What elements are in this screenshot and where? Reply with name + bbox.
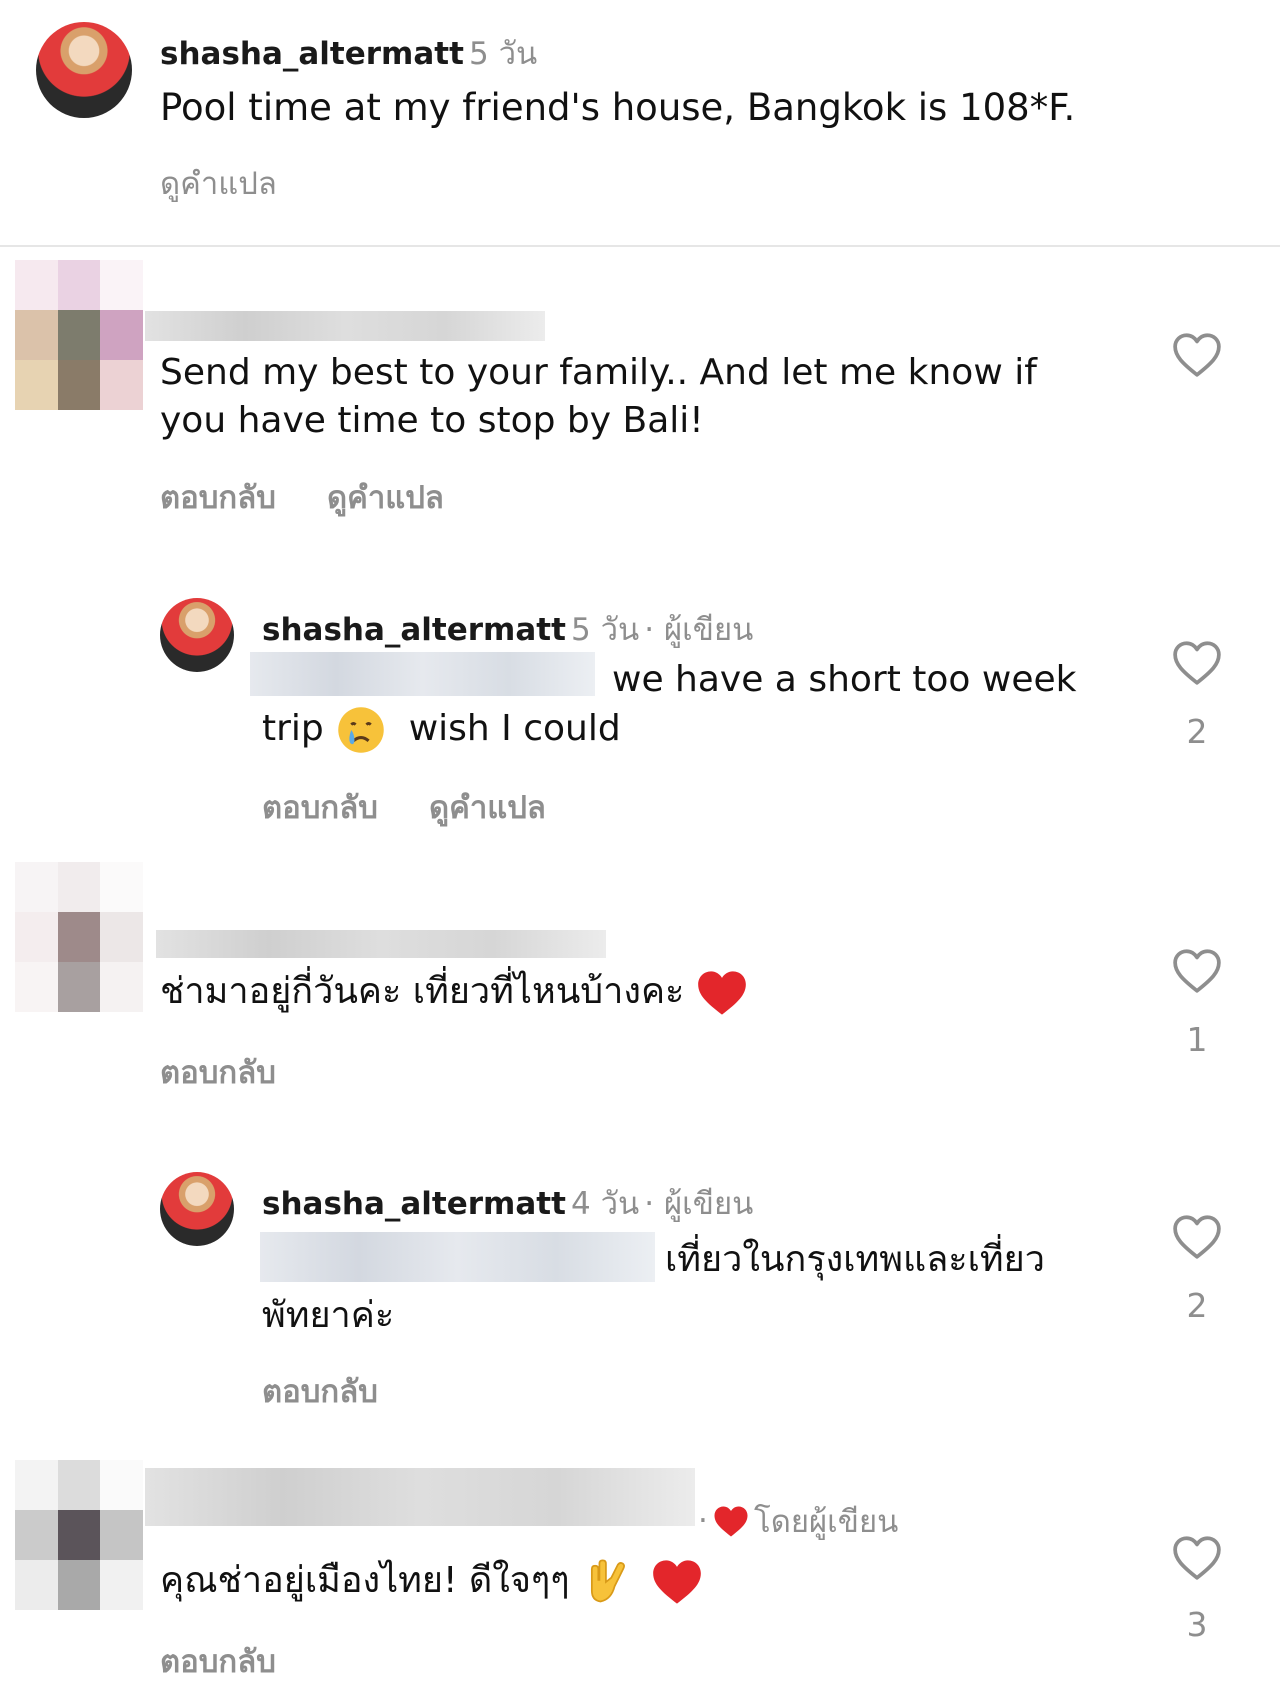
reply-button[interactable]: ตอบกลับ	[160, 480, 276, 516]
love-you-gesture-icon	[591, 1559, 626, 1603]
red-heart-icon	[652, 1560, 701, 1604]
like-count: 1	[1186, 1020, 1208, 1059]
heart-icon[interactable]	[1172, 332, 1222, 378]
caption-text: Pool time at my friend's house, Bangkok …	[160, 86, 1076, 129]
caption-header: shasha_altermatt 5 วัน	[160, 28, 537, 78]
comment-header: shasha_altermatt 4 วัน · ผู้เขียน	[262, 1178, 753, 1228]
translate-link[interactable]: ดูคำแปล	[429, 790, 546, 826]
avatar[interactable]	[160, 1172, 234, 1246]
comment-header: shasha_altermatt 5 วัน · ผู้เขียน	[262, 604, 753, 654]
username[interactable]: shasha_altermatt	[262, 612, 566, 648]
like-count: 2	[1186, 1286, 1208, 1325]
reply-button[interactable]: ตอบกลับ	[262, 1366, 378, 1416]
like-count: 3	[1186, 1605, 1208, 1644]
comment-actions: ตอบกลับ ดูคำแปล	[160, 472, 444, 522]
username[interactable]: shasha_altermatt	[262, 1186, 566, 1222]
avatar[interactable]	[15, 260, 143, 410]
username[interactable]	[156, 930, 606, 958]
avatar[interactable]	[15, 862, 143, 1012]
timestamp: 5 วัน	[571, 612, 640, 648]
translate-link[interactable]: ดูคำแปล	[327, 480, 444, 516]
reply-button[interactable]: ตอบกลับ	[262, 790, 378, 826]
heart-icon[interactable]	[1172, 1214, 1222, 1260]
author-badge: · ผู้เขียน	[644, 1186, 754, 1222]
heart-icon[interactable]	[1172, 1535, 1222, 1581]
reply-button[interactable]: ตอบกลับ	[160, 1047, 276, 1097]
comment-text-line2: trip wish I could	[262, 704, 621, 756]
timestamp: 4 วัน	[571, 1186, 640, 1222]
reply-button[interactable]: ตอบกลับ	[160, 1636, 276, 1686]
avatar[interactable]	[15, 1460, 143, 1610]
username[interactable]	[145, 311, 545, 341]
comment-text: we have a short too week	[612, 659, 1077, 700]
avatar[interactable]	[36, 22, 132, 118]
mention[interactable]	[260, 1232, 655, 1282]
comment-text: Send my best to your family.. And let me…	[160, 352, 1037, 441]
author-badge: · ผู้เขียน	[644, 612, 754, 648]
red-heart-icon	[714, 1506, 748, 1536]
username[interactable]: shasha_altermatt	[160, 36, 464, 72]
username[interactable]	[145, 1468, 695, 1526]
divider	[0, 245, 1280, 247]
crying-face-icon	[338, 707, 384, 753]
translate-link[interactable]: ดูคำแปล	[160, 158, 277, 208]
timestamp: 5 วัน	[469, 36, 538, 72]
comment-text-line2: พัทยาค่ะ	[262, 1295, 395, 1336]
avatar[interactable]	[160, 598, 234, 672]
comment-text: ช่ามาอยู่กี่วันคะ เที่ยวที่ไหนบ้างคะ	[160, 968, 748, 1017]
like-count: 2	[1186, 712, 1208, 751]
heart-icon[interactable]	[1172, 640, 1222, 686]
comment-text: เที่ยวในกรุงเทพและเที่ยว	[665, 1239, 1045, 1280]
comment-text: คุณช่าอยู่เมืองไทย! ดีใจๆๆ	[160, 1556, 703, 1608]
mention[interactable]	[250, 652, 595, 696]
comment-actions: ตอบกลับ ดูคำแปล	[262, 782, 546, 832]
red-heart-icon	[697, 971, 746, 1015]
heart-icon[interactable]	[1172, 948, 1222, 994]
liked-by-author: · โดยผู้เขียน	[698, 1503, 899, 1540]
